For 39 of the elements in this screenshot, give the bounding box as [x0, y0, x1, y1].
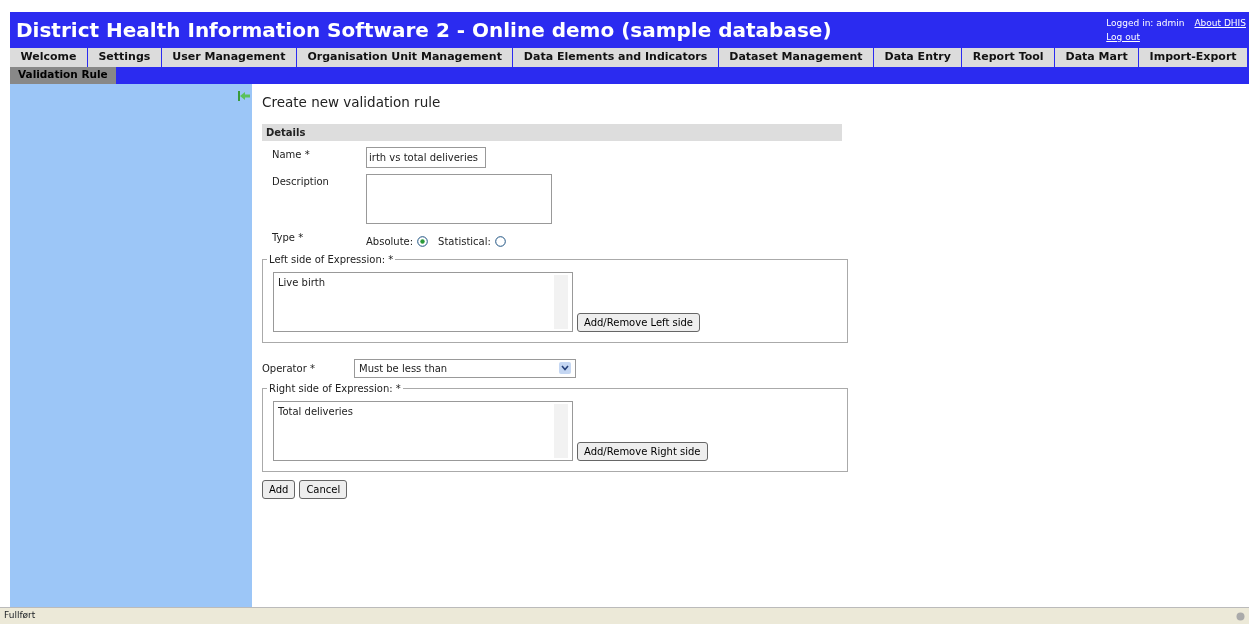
- form-title: Create new validation rule: [262, 92, 442, 112]
- menu-tab[interactable]: Welcome: [10, 48, 87, 67]
- menu-tab[interactable]: Dataset Management: [718, 48, 874, 67]
- menu-tab[interactable]: Import-Export: [1139, 48, 1248, 67]
- menu-tab[interactable]: Report Tool: [962, 48, 1055, 67]
- scrollbar: [554, 403, 568, 458]
- about-link[interactable]: About DHIS: [1194, 17, 1246, 31]
- field-label: Type *: [272, 230, 305, 245]
- operator-select[interactable]: Must be less than: [354, 358, 576, 378]
- menu-tab[interactable]: Data Entry: [874, 48, 962, 67]
- add-remove-button[interactable]: Add/Remove Right side: [577, 441, 708, 461]
- expression-list[interactable]: Live birth: [273, 271, 573, 332]
- menu-tab[interactable]: Settings: [87, 48, 161, 67]
- status-icon: [1236, 611, 1245, 621]
- radio-label: Absolute:: [366, 234, 414, 249]
- description-field[interactable]: [366, 173, 552, 224]
- field-label: Name *: [272, 147, 311, 162]
- radio-label: Statistical:: [438, 234, 491, 249]
- radio-button[interactable]: [417, 235, 429, 247]
- scrollbar: [554, 274, 568, 329]
- app-title: District Health Information Software 2 - Online demo (sample database): [16, 17, 832, 44]
- field-label: Operator *: [262, 361, 316, 376]
- add-remove-button[interactable]: Add/Remove Left side: [577, 312, 700, 332]
- list-item[interactable]: Total deliveries: [278, 403, 353, 419]
- login-status: Logged in: admin: [1106, 17, 1185, 30]
- logout-link[interactable]: Log out: [1106, 30, 1185, 44]
- menu-tab[interactable]: Organisation Unit Management: [296, 48, 513, 67]
- status-text: Fullført: [4, 609, 36, 623]
- menu-tab[interactable]: Data Mart: [1055, 48, 1139, 67]
- radio-button[interactable]: [494, 235, 506, 247]
- name-field[interactable]: irth vs total deliveries: [366, 146, 486, 168]
- menu-tab[interactable]: Data Elements and Indicators: [513, 48, 718, 67]
- menu-tab[interactable]: User Management: [161, 48, 296, 67]
- section-header: Details: [262, 123, 842, 141]
- form-button[interactable]: Add: [262, 479, 296, 499]
- list-item[interactable]: Live birth: [278, 274, 326, 290]
- field-label: Description: [272, 174, 330, 189]
- expression-list[interactable]: Total deliveries: [273, 400, 573, 461]
- form-button[interactable]: Cancel: [299, 479, 348, 499]
